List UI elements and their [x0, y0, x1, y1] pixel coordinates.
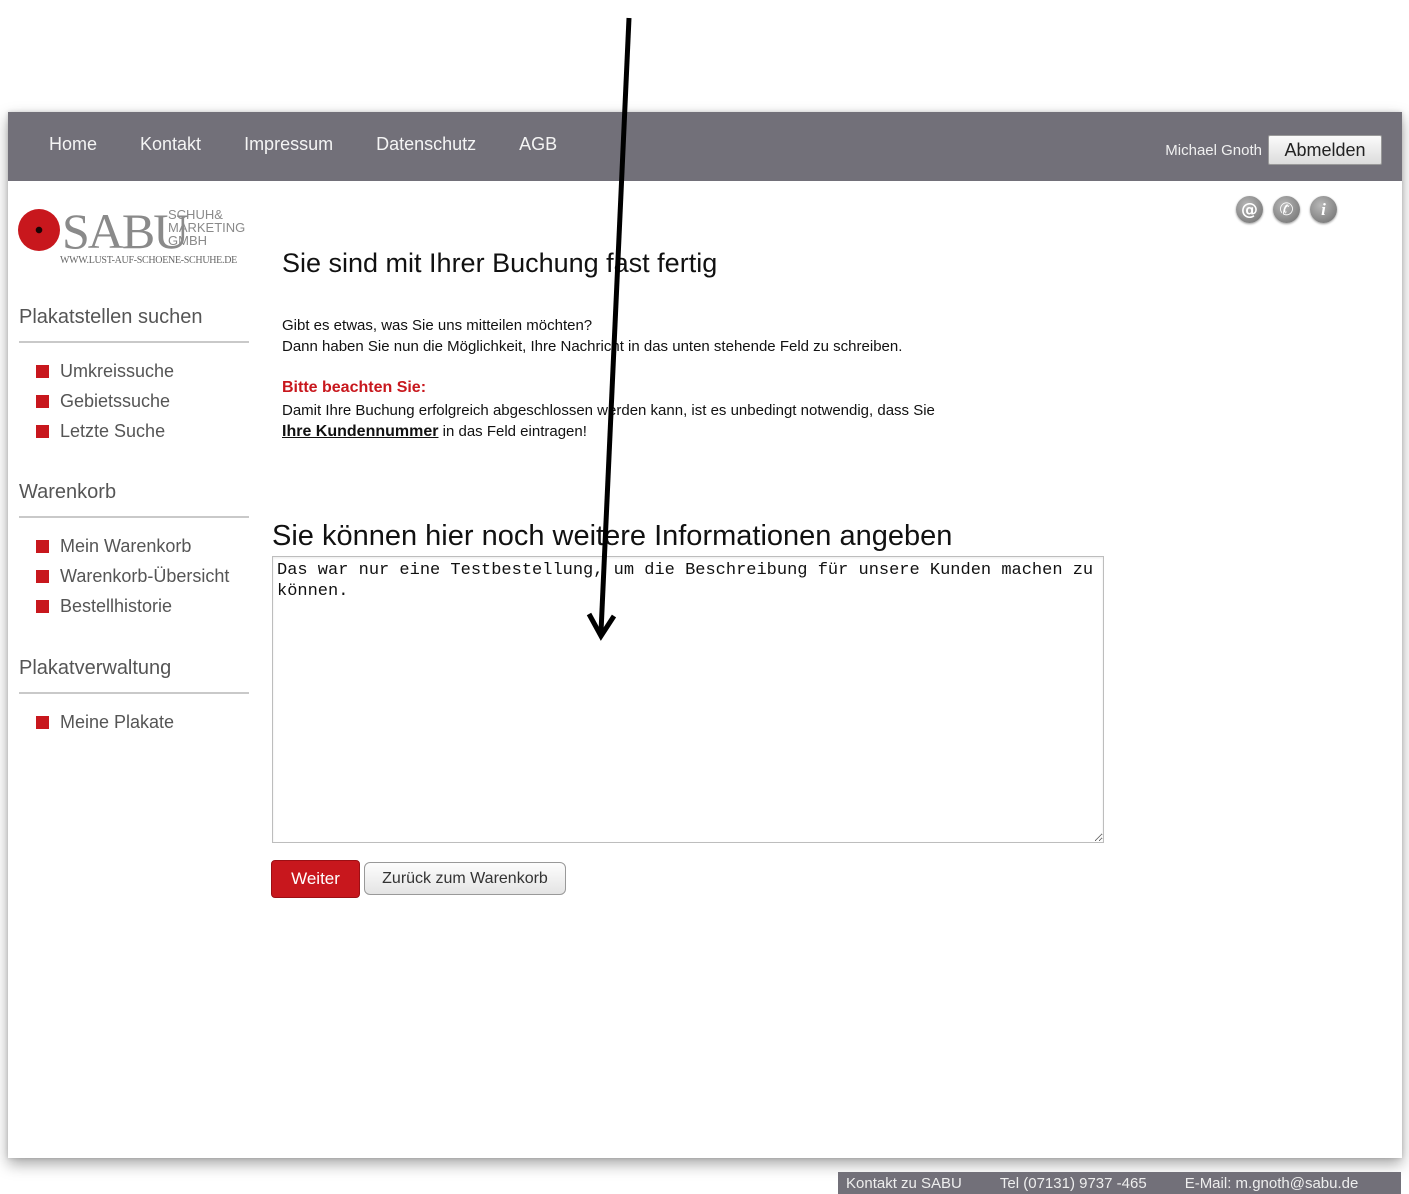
customer-number-link[interactable]: Ihre Kundennummer [282, 423, 438, 440]
nav-agb[interactable]: AGB [519, 134, 557, 155]
sidebar-item-warenkorb-uebersicht[interactable]: Warenkorb-Übersicht [19, 561, 249, 591]
note-title: Bitte beachten Sie: [282, 379, 427, 396]
nav-impressum[interactable]: Impressum [244, 134, 333, 155]
logo-url: WWW.LUST-AUF-SCHOENE-SCHUHE.DE [60, 255, 237, 266]
user-name: Michael Gnoth [1165, 142, 1262, 159]
sidebar-heading: Plakatstellen suchen [19, 306, 249, 343]
footer-bar: Kontakt zu SABU Tel (07131) 9737 -465 E-… [838, 1172, 1401, 1194]
page-title: Sie sind mit Ihrer Buchung fast fertig [282, 248, 718, 278]
section-title: Sie können hier noch weitere Information… [272, 520, 953, 552]
logo-mark-icon [18, 209, 60, 251]
sidebar-item-label: Umkreissuche [60, 360, 175, 381]
sidebar-item-mein-warenkorb[interactable]: Mein Warenkorb [19, 531, 249, 561]
bullet-icon [36, 715, 49, 729]
sidebar-item-label: Gebietssuche [60, 390, 171, 411]
sidebar-item-label: Meine Plakate [60, 711, 175, 732]
sidebar-item-label: Warenkorb-Übersicht [60, 565, 230, 586]
nav-home[interactable]: Home [49, 134, 97, 155]
bullet-icon [36, 364, 49, 378]
main-nav: Home Kontakt Impressum Datenschutz AGB [49, 134, 600, 155]
nav-kontakt[interactable]: Kontakt [140, 134, 201, 155]
footer-phone: Tel (07131) 9737 -465 [999, 1174, 1147, 1192]
intro-text: Gibt es etwas, was Sie uns mitteilen möc… [282, 315, 902, 357]
message-textarea[interactable]: Das war nur eine Testbestellung, um die … [272, 556, 1104, 843]
intro-line-1: Gibt es etwas, was Sie uns mitteilen möc… [282, 317, 593, 334]
sabu-logo[interactable]: SABU SCHUH& MARKETING GMBH WWW.LUST-AUF-… [18, 204, 258, 268]
bullet-icon [36, 569, 49, 583]
footer-email[interactable]: E-Mail: m.gnoth@sabu.de [1185, 1175, 1359, 1192]
sidebar-item-gebietssuche[interactable]: Gebietssuche [19, 386, 249, 416]
logout-button[interactable]: Abmelden [1268, 135, 1382, 165]
intro-line-2: Dann haben Sie nun die Möglichkeit, Ihre… [282, 338, 903, 355]
bullet-icon [36, 394, 49, 408]
bullet-icon [36, 539, 49, 553]
sidebar-item-label: Bestellhistorie [60, 595, 173, 616]
note-line-2: Ihre Kundennummer in das Feld eintragen! [282, 421, 935, 442]
bullet-icon [36, 599, 49, 613]
nav-datenschutz[interactable]: Datenschutz [376, 134, 476, 155]
sidebar-heading: Plakatverwaltung [19, 657, 249, 694]
sidebar-item-umkreissuche[interactable]: Umkreissuche [19, 356, 249, 386]
sidebar-item-label: Mein Warenkorb [60, 535, 192, 556]
logo-subtitle-3: GMBH [168, 233, 207, 248]
sidebar-item-label: Letzte Suche [60, 420, 166, 441]
info-icon[interactable]: i [1310, 196, 1337, 223]
page-frame: Home Kontakt Impressum Datenschutz AGB M… [8, 112, 1402, 1158]
bullet-icon [36, 424, 49, 438]
logo-subtitle: SCHUH& MARKETING GMBH [168, 208, 245, 247]
sidebar-heading: Warenkorb [19, 481, 249, 518]
sidebar-item-letzte-suche[interactable]: Letzte Suche [19, 416, 249, 446]
sidebar-item-meine-plakate[interactable]: Meine Plakate [19, 707, 249, 737]
sidebar-item-bestellhistorie[interactable]: Bestellhistorie [19, 591, 249, 621]
contact-icons: @ ✆ i [1236, 196, 1347, 223]
sidebar-section-posters: Plakatverwaltung Meine Plakate [19, 657, 249, 737]
sidebar-section-cart: Warenkorb Mein Warenkorb Warenkorb-Übers… [19, 481, 249, 621]
note-line-2-rest: in das Feld eintragen! [438, 423, 587, 440]
sidebar-section-search: Plakatstellen suchen Umkreissuche Gebiet… [19, 306, 249, 446]
footer-contact[interactable]: Kontakt zu SABU [846, 1175, 962, 1192]
top-nav-bar: Home Kontakt Impressum Datenschutz AGB M… [8, 112, 1402, 181]
note-line-1: Damit Ihre Buchung erfolgreich abgeschlo… [282, 402, 935, 419]
email-icon[interactable]: @ [1236, 196, 1263, 223]
note-text: Damit Ihre Buchung erfolgreich abgeschlo… [282, 400, 935, 442]
back-to-cart-button[interactable]: Zurück zum Warenkorb [364, 862, 566, 895]
phone-icon[interactable]: ✆ [1273, 196, 1300, 223]
next-button[interactable]: Weiter [271, 860, 360, 898]
